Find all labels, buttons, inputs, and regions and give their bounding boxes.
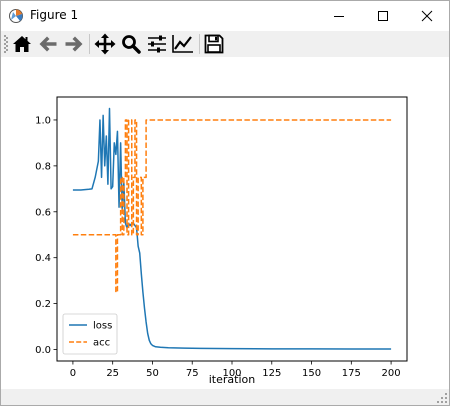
y-tick-label: 0.4 [35, 253, 51, 264]
x-axis-label: iteration [209, 373, 255, 386]
toolbar-separator [199, 34, 200, 54]
legend: loss acc [62, 313, 118, 355]
resize-grip-icon[interactable] [437, 393, 447, 403]
floppy-icon [204, 34, 224, 54]
x-tick-label: 50 [146, 368, 159, 379]
x-tick-label: 75 [186, 368, 199, 379]
chart-line-icon [172, 35, 193, 53]
legend-acc-label: acc [93, 338, 110, 349]
forward-button[interactable] [62, 32, 86, 56]
legend-loss-label: loss [93, 321, 112, 332]
home-button[interactable] [10, 32, 34, 56]
maximize-button[interactable] [361, 1, 405, 31]
minimize-button[interactable] [317, 1, 361, 31]
x-tick-label: 150 [302, 368, 321, 379]
home-icon [13, 36, 31, 52]
sliders-icon [148, 35, 166, 53]
move-icon [94, 33, 116, 55]
y-tick-label: 0.0 [35, 345, 51, 356]
save-button[interactable] [202, 32, 226, 56]
toolbar-separator [89, 34, 90, 54]
status-bar [1, 389, 449, 405]
zoom-icon [122, 35, 141, 54]
minimize-icon [334, 16, 344, 17]
toolbar [1, 31, 449, 57]
back-button[interactable] [36, 32, 60, 56]
chart[interactable]: 0 25 50 75 100 125 150 175 200 0.00.20.40.60.81.… [1, 57, 449, 389]
y-tick-label: 1.0 [35, 115, 51, 126]
zoom-button[interactable] [119, 32, 143, 56]
customize-button[interactable] [171, 32, 195, 56]
x-tick-label: 175 [342, 368, 361, 379]
y-tick-label: 0.8 [35, 161, 51, 172]
y-tick-label: 0.6 [35, 207, 51, 218]
window-title: Figure 1 [30, 8, 79, 22]
close-button[interactable] [405, 1, 449, 31]
x-tick-label: 200 [382, 368, 401, 379]
arrow-left-icon [39, 36, 57, 52]
subplots-button[interactable] [145, 32, 169, 56]
y-tick-label: 0.2 [35, 299, 51, 310]
figure-window: Figure 1 0 25 50 75 100 125 150 175 200 … [0, 0, 450, 406]
app-icon [8, 8, 24, 24]
toolbar-grip[interactable] [4, 34, 8, 54]
x-tick-label: 0 [70, 368, 76, 379]
figure-canvas[interactable]: 0 25 50 75 100 125 150 175 200 0.0 0.2 0.4 0.6 0.8 1.… [1, 57, 449, 389]
close-icon [421, 10, 433, 22]
arrow-right-icon [65, 36, 83, 52]
pan-button[interactable] [93, 32, 117, 56]
x-tick-label: 125 [262, 368, 281, 379]
maximize-icon [378, 11, 388, 21]
x-tick-label: 25 [106, 368, 119, 379]
title-bar[interactable]: Figure 1 [1, 1, 449, 31]
